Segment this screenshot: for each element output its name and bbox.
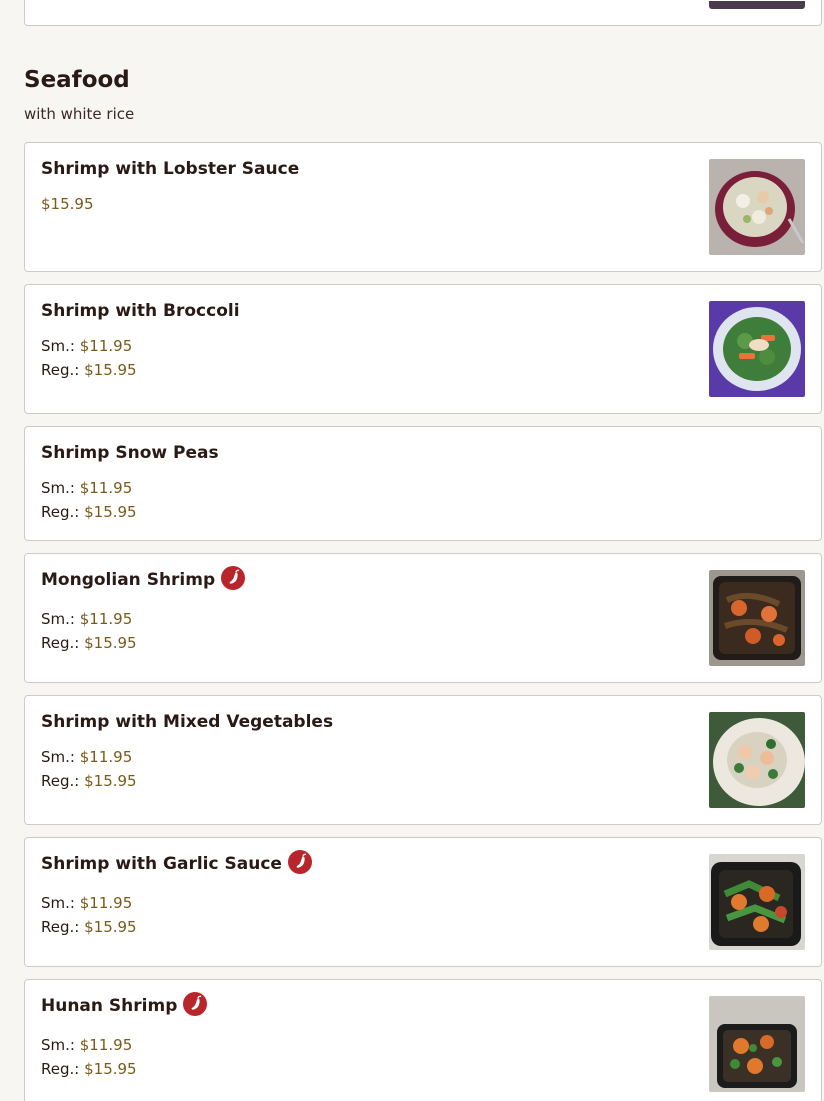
size-price-regular: Reg.: $15.95 — [41, 501, 137, 523]
menu-item-card[interactable]: Mongolian Shrimp Sm.: $11.95 Reg.: $15.9… — [24, 553, 822, 683]
size-price-small: Sm.: $11.95 — [41, 746, 132, 768]
size-label: Sm.: — [41, 1036, 75, 1054]
menu-item-name: Hunan Shrimp — [41, 996, 178, 1016]
shrimp-lobster-sauce-photo[interactable] — [709, 159, 805, 255]
chili-pepper-icon — [183, 992, 208, 1016]
menu-item-price: $15.95 — [41, 193, 94, 215]
menu-item-card[interactable]: Hunan Shrimp Sm.: $11.95 Reg.: $15.95 — [24, 979, 822, 1101]
shrimp-mixed-vegetables-photo[interactable] — [709, 712, 805, 808]
menu-item-card[interactable]: Shrimp with Mixed Vegetables Sm.: $11.95… — [24, 695, 822, 825]
menu-page: Seafood with white rice Shrimp with Lobs… — [0, 0, 824, 1101]
menu-item-name: Shrimp with Lobster Sauce — [41, 159, 300, 179]
size-price-regular: Reg.: $15.95 — [41, 916, 137, 938]
size-price-regular: Reg.: $15.95 — [41, 632, 137, 654]
menu-item-name-row: Mongolian Shrimp — [41, 566, 246, 592]
price-value: $15.95 — [41, 195, 94, 213]
size-label: Sm.: — [41, 610, 75, 628]
size-price-regular: Reg.: $15.95 — [41, 770, 137, 792]
size-label: Reg.: — [41, 772, 80, 790]
size-label: Reg.: — [41, 634, 80, 652]
price-value: $15.95 — [84, 503, 137, 521]
menu-item-card[interactable]: Shrimp with Garlic Sauce Sm.: $11.95 Reg… — [24, 837, 822, 967]
size-label: Sm.: — [41, 479, 75, 497]
menu-item-card[interactable]: Shrimp Snow Peas Sm.: $11.95 Reg.: $15.9… — [24, 426, 822, 541]
section-subtitle: with white rice — [24, 105, 135, 123]
chili-pepper-icon — [221, 566, 246, 590]
size-label: Reg.: — [41, 361, 80, 379]
shrimp-garlic-sauce-photo[interactable] — [709, 854, 805, 950]
price-value: $15.95 — [84, 361, 137, 379]
price-value: $11.95 — [79, 337, 133, 355]
size-label: Reg.: — [41, 1060, 80, 1078]
price-value: $15.95 — [84, 772, 137, 790]
price-value: $15.95 — [84, 918, 137, 936]
price-value: $11.95 — [79, 1036, 133, 1054]
chili-pepper-icon — [287, 850, 312, 874]
price-value: $11.95 — [79, 748, 133, 766]
menu-item-name: Shrimp with Broccoli — [41, 301, 240, 321]
section-title: Seafood — [24, 67, 130, 93]
menu-item-name-row: Hunan Shrimp — [41, 992, 208, 1018]
size-label: Reg.: — [41, 918, 80, 936]
price-value: $15.95 — [84, 634, 137, 652]
size-label: Sm.: — [41, 748, 75, 766]
size-price-small: Sm.: $11.95 — [41, 477, 132, 499]
price-value: $11.95 — [79, 479, 133, 497]
size-price-regular: Reg.: $15.95 — [41, 359, 137, 381]
menu-item-name-row: Shrimp with Garlic Sauce — [41, 850, 312, 876]
menu-item-card[interactable]: Shrimp with Lobster Sauce $15.95 — [24, 142, 822, 272]
size-label: Reg.: — [41, 503, 80, 521]
size-price-small: Sm.: $11.95 — [41, 1034, 132, 1056]
size-price-regular: Reg.: $15.95 — [41, 1058, 137, 1080]
menu-item-card[interactable]: Shrimp with Broccoli Sm.: $11.95 Reg.: $… — [24, 284, 822, 414]
hunan-shrimp-photo[interactable] — [709, 996, 805, 1092]
price-value: $15.95 — [84, 1060, 137, 1078]
shrimp-broccoli-photo[interactable] — [709, 301, 805, 397]
menu-item-name: Shrimp with Mixed Vegetables — [41, 712, 334, 732]
previous-menu-item-card[interactable] — [24, 0, 822, 26]
size-label: Sm.: — [41, 337, 75, 355]
size-price-small: Sm.: $11.95 — [41, 892, 132, 914]
menu-item-name: Mongolian Shrimp — [41, 570, 216, 590]
previous-item-photo — [709, 1, 805, 9]
price-value: $11.95 — [79, 610, 133, 628]
mongolian-shrimp-photo[interactable] — [709, 570, 805, 666]
menu-item-name: Shrimp Snow Peas — [41, 443, 219, 463]
size-label: Sm.: — [41, 894, 75, 912]
menu-item-name: Shrimp with Garlic Sauce — [41, 854, 282, 874]
size-price-small: Sm.: $11.95 — [41, 608, 132, 630]
size-price-small: Sm.: $11.95 — [41, 335, 132, 357]
price-value: $11.95 — [79, 894, 133, 912]
